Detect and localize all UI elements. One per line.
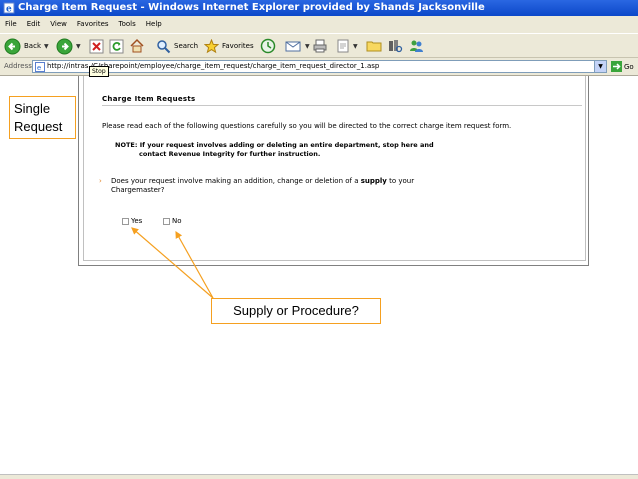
note-line-1: NOTE: If your request involves adding or… xyxy=(115,141,434,149)
page-icon: e xyxy=(35,62,45,72)
no-option[interactable]: No xyxy=(163,217,182,225)
question-part-2: to your xyxy=(386,177,415,185)
research-button[interactable] xyxy=(387,37,403,55)
address-label: Address xyxy=(4,62,32,70)
go-button[interactable]: Go xyxy=(611,61,634,72)
stop-icon xyxy=(89,39,104,53)
folder-icon xyxy=(366,41,382,52)
printer-icon xyxy=(313,39,327,53)
window-titlebar: e Charge Item Request - Windows Internet… xyxy=(0,0,638,16)
menu-file[interactable]: File xyxy=(0,16,22,33)
forward-arrow-icon xyxy=(56,38,73,54)
research-icon xyxy=(389,40,403,53)
edit-button[interactable]: ▼ xyxy=(336,37,358,55)
menu-tools[interactable]: Tools xyxy=(114,16,141,33)
go-arrow-icon xyxy=(611,61,622,72)
chevron-down-icon[interactable]: ▼ xyxy=(594,61,606,72)
callout-supply-or-procedure: Supply or Procedure? xyxy=(211,298,381,324)
ie-icon: e xyxy=(3,2,15,14)
home-button[interactable] xyxy=(129,37,145,55)
folder-button[interactable] xyxy=(366,37,382,55)
instruction-text: Please read each of the following questi… xyxy=(102,122,512,130)
history-icon xyxy=(260,38,276,54)
question-keyword: supply xyxy=(360,177,387,185)
search-icon xyxy=(157,39,171,53)
chevron-down-icon[interactable]: ▼ xyxy=(353,43,358,50)
refresh-icon xyxy=(109,39,124,53)
favorites-label: Favorites xyxy=(222,42,254,50)
menu-favorites[interactable]: Favorites xyxy=(72,16,114,33)
messenger-icon xyxy=(410,40,423,52)
bullet-icon: › xyxy=(99,177,102,185)
yes-label: Yes xyxy=(131,217,143,225)
stop-button[interactable] xyxy=(89,37,104,55)
document-icon xyxy=(337,39,349,53)
history-button[interactable] xyxy=(260,37,276,55)
print-button[interactable] xyxy=(312,37,328,55)
search-label: Search xyxy=(174,42,199,50)
back-arrow-icon xyxy=(4,38,21,54)
menu-bar: File Edit View Favorites Tools Help xyxy=(0,16,638,33)
mail-icon xyxy=(285,41,301,52)
callout-single-request: Single Request xyxy=(9,96,76,139)
messenger-button[interactable] xyxy=(408,37,424,55)
chevron-down-icon[interactable]: ▼ xyxy=(44,43,49,50)
menu-view[interactable]: View xyxy=(45,16,72,33)
note-text: NOTE: If your request involves adding or… xyxy=(115,141,434,159)
menu-edit[interactable]: Edit xyxy=(22,16,46,33)
status-bar xyxy=(0,474,638,479)
question-text: Does your request involve making an addi… xyxy=(111,177,414,195)
star-icon xyxy=(204,38,219,53)
yes-checkbox[interactable] xyxy=(122,217,129,225)
mail-button[interactable]: ▼ xyxy=(284,37,310,55)
page-content: Charge Item Requests Please read each of… xyxy=(78,76,589,266)
refresh-button[interactable] xyxy=(109,37,124,55)
question-line-2: Chargemaster? xyxy=(111,186,165,194)
forward-button[interactable]: ▼ xyxy=(56,37,81,55)
home-icon xyxy=(130,38,144,53)
go-label: Go xyxy=(624,62,634,71)
no-label: No xyxy=(172,217,182,225)
svg-text:e: e xyxy=(37,64,41,72)
form-panel: Charge Item Requests Please read each of… xyxy=(83,76,586,261)
favorites-button[interactable]: Favorites xyxy=(204,37,254,55)
callout-line-2: Request xyxy=(14,119,63,134)
note-line-2: contact Revenue Integrity for further in… xyxy=(139,150,321,158)
page-title: Charge Item Requests xyxy=(102,95,196,103)
stop-tooltip: Stop xyxy=(89,66,109,77)
search-button[interactable]: Search xyxy=(156,37,198,55)
back-label: Back xyxy=(24,42,41,50)
no-checkbox[interactable] xyxy=(163,217,170,225)
divider xyxy=(102,105,582,106)
address-input[interactable]: e http://intras /C/sharepoint/employee/c… xyxy=(32,60,607,73)
question-part-1: Does your request involve making an addi… xyxy=(111,177,361,185)
back-button[interactable]: Back ▼ xyxy=(4,37,49,55)
chevron-down-icon[interactable]: ▼ xyxy=(305,43,310,50)
chevron-down-icon[interactable]: ▼ xyxy=(76,43,81,50)
window-title: Charge Item Request - Windows Internet E… xyxy=(18,2,485,13)
menu-help[interactable]: Help xyxy=(141,16,167,33)
svg-text:e: e xyxy=(6,5,12,15)
callout-line-1: Single xyxy=(14,101,51,116)
yes-option[interactable]: Yes xyxy=(122,217,142,225)
toolbar: Back ▼ ▼ Search Favorites ▼ ▼ xyxy=(0,33,638,58)
